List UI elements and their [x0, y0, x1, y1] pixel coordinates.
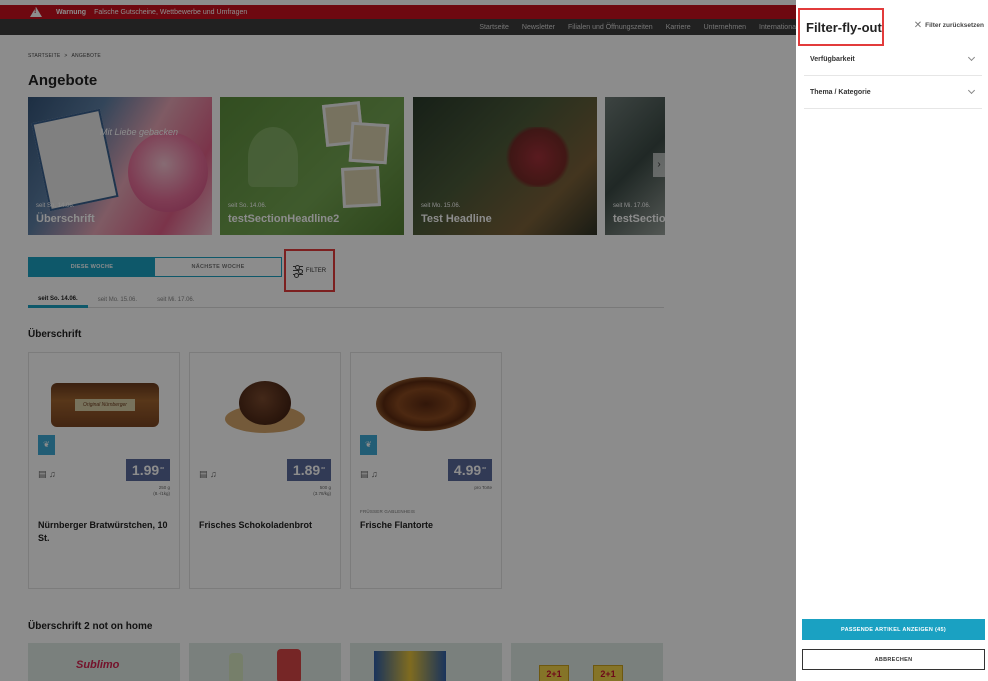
chevron-down-icon [967, 53, 976, 62]
accordion-verfuegbarkeit[interactable]: Verfügbarkeit [804, 43, 982, 76]
accordion-thema-kategorie[interactable]: Thema / Kategorie [804, 76, 982, 109]
filter-flyout: Filter-fly-out ✕ Filter zurücksetzen Ver… [796, 0, 988, 681]
accordion-label: Thema / Kategorie [810, 88, 871, 96]
show-results-button[interactable]: PASSENDE ARTIKEL ANZEIGEN (45) [802, 619, 985, 640]
cancel-button[interactable]: ABBRECHEN [802, 649, 985, 670]
reset-filter-label: Filter zurücksetzen [925, 22, 984, 29]
reset-filter-button[interactable]: ✕ Filter zurücksetzen [914, 20, 984, 31]
flyout-title: Filter-fly-out [798, 8, 884, 46]
chevron-down-icon [967, 86, 976, 95]
close-icon: ✕ [913, 20, 923, 31]
accordion-label: Verfügbarkeit [810, 55, 855, 63]
modal-backdrop[interactable] [0, 0, 796, 681]
